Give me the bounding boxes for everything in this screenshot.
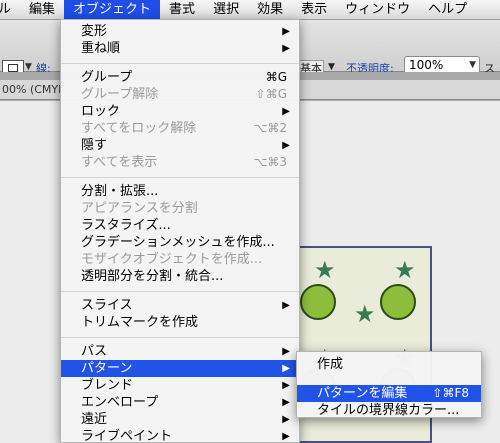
menu-help[interactable]: ヘルプ	[419, 0, 476, 20]
menu-item-unlock-all: すべてをロック解除 ⌥⌘2	[61, 120, 299, 137]
star-icon: ★	[314, 256, 336, 284]
menu-select[interactable]: 選択	[204, 0, 248, 20]
menu-item-hide[interactable]: 隠す ▶	[61, 137, 299, 154]
star-icon: ★	[394, 256, 416, 284]
menu-shortcut: ⌥⌘2	[253, 121, 287, 135]
menu-item-label: パターン	[81, 361, 133, 376]
submenu-arrow-icon: ▶	[282, 140, 290, 151]
menu-item-label: スライス	[81, 298, 133, 313]
menu-shortcut: ⇧⌘F8	[432, 386, 469, 400]
menu-view[interactable]: 表示	[292, 0, 336, 20]
menu-item-label: ライブペイント	[81, 429, 173, 443]
menu-item-lock[interactable]: ロック ▶	[61, 103, 299, 120]
menu-separator	[61, 177, 299, 178]
menu-item-label: パス	[81, 344, 108, 359]
submenu-arrow-icon: ▶	[282, 431, 290, 442]
menu-item-label: エンベロープ	[81, 395, 159, 410]
submenu-arrow-icon: ▶	[282, 380, 290, 391]
menu-item-trim-marks[interactable]: トリムマークを作成	[61, 314, 299, 331]
menu-item-group[interactable]: グループ ⌘G	[61, 69, 299, 86]
menu-item-arrange[interactable]: 重ね順 ▶	[61, 40, 299, 57]
menu-item-label: トリムマークを作成	[81, 315, 199, 330]
menu-item-label: 透明部分を分割・統合...	[81, 269, 224, 284]
menu-item-label: 分割・拡張...	[81, 184, 159, 199]
menu-item-label: グループ解除	[81, 87, 159, 102]
menu-item-label: グループ	[81, 70, 133, 85]
menu-item-label: ラスタライズ...	[81, 218, 171, 233]
menu-item-label: グラデーションメッシュを作成...	[81, 235, 275, 250]
menu-object[interactable]: オブジェクト	[64, 0, 161, 20]
menu-separator	[61, 337, 299, 338]
submenu-arrow-icon: ▶	[282, 43, 290, 54]
menu-item-label: すべてをロック解除	[81, 121, 197, 136]
menu-item-label: 作成	[317, 357, 344, 372]
menu-shortcut: ⌥⌘3	[253, 155, 287, 169]
menu-item-expand[interactable]: 分割・拡張...	[61, 183, 299, 200]
menu-item-show-all: すべてを表示 ⌥⌘3	[61, 154, 299, 171]
submenu-item-edit-pattern[interactable]: パターンを編集 ⇧⌘F8	[297, 385, 481, 402]
submenu-arrow-icon: ▶	[282, 414, 290, 425]
chevron-down-icon[interactable]: ▼	[328, 62, 335, 72]
submenu-arrow-icon: ▶	[282, 300, 290, 311]
menu-item-flatten-transparency[interactable]: 透明部分を分割・統合...	[61, 268, 299, 285]
menu-item-label: パターンを編集	[317, 386, 408, 401]
opacity-value: 100%	[409, 58, 444, 72]
menu-item-blend[interactable]: ブレンド ▶	[61, 377, 299, 394]
menu-item-pattern[interactable]: パターン ▶	[61, 360, 299, 377]
menu-item-slice[interactable]: スライス ▶	[61, 297, 299, 314]
menu-item-live-paint[interactable]: ライブペイント ▶	[61, 428, 299, 443]
submenu-arrow-icon: ▶	[282, 346, 290, 357]
menu-type[interactable]: 書式	[160, 0, 204, 20]
chevron-down-icon: ▼	[469, 60, 476, 70]
pattern-circle	[300, 284, 336, 320]
menu-item-label: 変形	[81, 24, 108, 39]
menu-item-label: 重ね順	[81, 41, 121, 56]
menu-item-rasterize[interactable]: ラスタライズ...	[61, 217, 299, 234]
menu-item-label: アピアランスを分割	[81, 201, 198, 216]
submenu-arrow-icon: ▶	[282, 26, 290, 37]
menu-item-label: すべてを表示	[81, 155, 158, 170]
submenu-item-tile-edge-color[interactable]: タイルの境界線カラー...	[297, 402, 481, 419]
menu-file[interactable]: ル	[0, 0, 20, 20]
submenu-arrow-icon: ▶	[282, 106, 290, 117]
menu-bar: ル 編集 オブジェクト 書式 選択 効果 表示 ウィンドウ ヘルプ	[0, 0, 500, 20]
star-icon: ★	[354, 300, 376, 328]
menu-item-envelope[interactable]: エンベロープ ▶	[61, 394, 299, 411]
menu-edit[interactable]: 編集	[20, 0, 64, 20]
submenu-item-make-pattern[interactable]: 作成	[297, 356, 481, 373]
menu-item-label: 遠近	[81, 412, 108, 427]
menu-item-label: ブレンド	[81, 378, 134, 393]
menu-item-gradient-mesh[interactable]: グラデーションメッシュを作成...	[61, 234, 299, 251]
menu-separator	[61, 63, 299, 64]
menu-item-ungroup: グループ解除 ⇧⌘G	[61, 86, 299, 103]
pattern-submenu: 作成 パターンを編集 ⇧⌘F8 タイルの境界線カラー...	[296, 351, 482, 418]
menu-item-perspective[interactable]: 遠近 ▶	[61, 411, 299, 428]
menu-item-path[interactable]: パス ▶	[61, 343, 299, 360]
chevron-down-icon[interactable]: ▼	[25, 62, 32, 72]
menu-item-label: ロック	[81, 104, 121, 119]
object-menu: 変形 ▶ 重ね順 ▶ グループ ⌘G グループ解除 ⇧⌘G ロック ▶ すべてを…	[60, 19, 300, 443]
menu-item-mosaic: モザイクオブジェクトを作成...	[61, 251, 299, 268]
menu-item-transform[interactable]: 変形 ▶	[61, 23, 299, 40]
menu-item-label: モザイクオブジェクトを作成...	[81, 252, 263, 267]
menu-item-label: 隠す	[81, 138, 108, 153]
submenu-arrow-icon: ▶	[282, 397, 290, 408]
menu-item-expand-appearance: アピアランスを分割	[61, 200, 299, 217]
menu-separator	[61, 291, 299, 292]
submenu-arrow-icon: ▶	[282, 363, 290, 374]
pattern-circle	[380, 284, 416, 320]
menu-shortcut: ⌘G	[265, 70, 287, 84]
menu-shortcut: ⇧⌘G	[255, 87, 287, 101]
menu-window[interactable]: ウィンドウ	[336, 0, 419, 20]
menu-item-label: タイルの境界線カラー...	[317, 403, 460, 418]
menu-effect[interactable]: 効果	[248, 0, 292, 20]
